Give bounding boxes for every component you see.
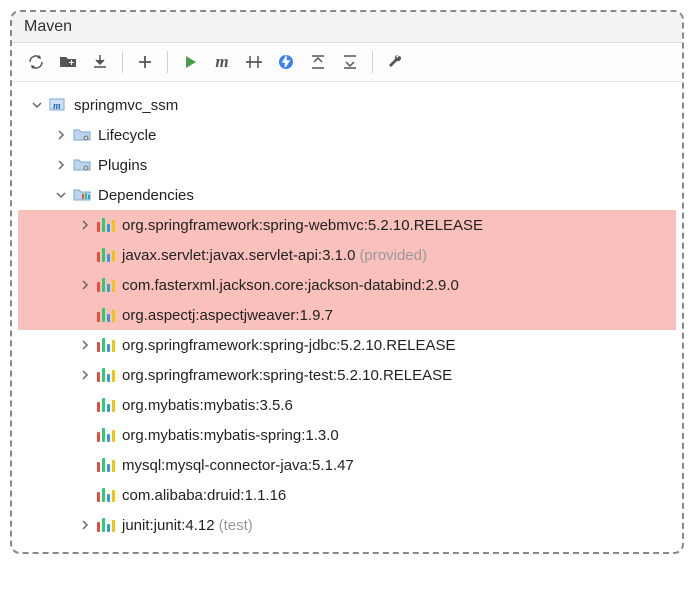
maven-project-icon: m	[48, 95, 68, 115]
offline-button[interactable]	[272, 49, 300, 75]
plus-icon	[138, 55, 152, 69]
dependencies-node[interactable]: Dependencies	[18, 180, 676, 210]
dependency-node[interactable]: mysql:mysql-connector-java:5.1.47	[18, 450, 676, 480]
folder-plus-icon	[59, 54, 77, 70]
skip-tests-button[interactable]	[240, 49, 268, 75]
chevron-right-icon[interactable]	[76, 276, 94, 294]
download-icon	[92, 54, 108, 70]
dependency-label: org.mybatis:mybatis:3.5.6	[122, 397, 293, 414]
toolbar: m	[12, 43, 682, 82]
wrench-icon	[387, 54, 403, 70]
run-button[interactable]	[176, 49, 204, 75]
dependency-scope: (provided)	[359, 247, 427, 264]
dependency-node[interactable]: org.mybatis:mybatis-spring:1.3.0	[18, 420, 676, 450]
collapse-icon	[310, 54, 326, 70]
refresh-icon	[28, 54, 44, 70]
toolbar-separator	[122, 51, 123, 73]
offline-icon	[278, 54, 294, 70]
dependency-label: com.fasterxml.jackson.core:jackson-datab…	[122, 277, 459, 294]
dependency-label: org.aspectj:aspectjweaver:1.9.7	[122, 307, 333, 324]
dependency-node[interactable]: org.springframework:spring-webmvc:5.2.10…	[18, 210, 676, 240]
lifecycle-node[interactable]: Lifecycle	[18, 120, 676, 150]
library-icon	[96, 305, 116, 325]
dependency-label: javax.servlet:javax.servlet-api:3.1.0	[122, 247, 355, 264]
toolbar-separator	[372, 51, 373, 73]
library-icon	[96, 275, 116, 295]
dependency-scope: (test)	[219, 517, 253, 534]
lifecycle-label: Lifecycle	[98, 127, 156, 144]
add-button[interactable]	[131, 49, 159, 75]
project-node[interactable]: m springmvc_ssm	[18, 90, 676, 120]
folder-lib-icon	[72, 185, 92, 205]
dependency-node[interactable]: javax.servlet:javax.servlet-api:3.1.0(pr…	[18, 240, 676, 270]
dependency-node[interactable]: com.alibaba:druid:1.1.16	[18, 480, 676, 510]
expand-icon	[342, 54, 358, 70]
chevron-down-icon[interactable]	[28, 96, 46, 114]
chevron-right-icon[interactable]	[52, 126, 70, 144]
dependency-label: org.mybatis:mybatis-spring:1.3.0	[122, 427, 339, 444]
generate-button[interactable]	[54, 49, 82, 75]
panel-title-text: Maven	[24, 18, 72, 35]
plugins-label: Plugins	[98, 157, 147, 174]
library-icon	[96, 455, 116, 475]
chevron-right-icon[interactable]	[76, 336, 94, 354]
expand-button[interactable]	[336, 49, 364, 75]
maven-panel: Maven m	[10, 10, 684, 554]
dependency-label: mysql:mysql-connector-java:5.1.47	[122, 457, 354, 474]
dependency-node[interactable]: org.springframework:spring-test:5.2.10.R…	[18, 360, 676, 390]
dependency-label: com.alibaba:druid:1.1.16	[122, 487, 286, 504]
panel-title: Maven	[12, 12, 682, 43]
chevron-right-icon[interactable]	[52, 156, 70, 174]
folder-gear-icon	[72, 125, 92, 145]
dependency-node[interactable]: com.fasterxml.jackson.core:jackson-datab…	[18, 270, 676, 300]
dependencies-label: Dependencies	[98, 187, 194, 204]
project-label: springmvc_ssm	[74, 97, 178, 114]
dependency-label: org.springframework:spring-jdbc:5.2.10.R…	[122, 337, 456, 354]
dependency-label: org.springframework:spring-webmvc:5.2.10…	[122, 217, 483, 234]
download-button[interactable]	[86, 49, 114, 75]
dependency-node[interactable]: org.mybatis:mybatis:3.5.6	[18, 390, 676, 420]
svg-text:m: m	[53, 101, 61, 112]
folder-gear-icon	[72, 155, 92, 175]
dependency-node[interactable]: org.springframework:spring-jdbc:5.2.10.R…	[18, 330, 676, 360]
maven-m-icon: m	[215, 52, 228, 72]
dependency-label: org.springframework:spring-test:5.2.10.R…	[122, 367, 452, 384]
chevron-right-icon[interactable]	[76, 216, 94, 234]
library-icon	[96, 395, 116, 415]
chevron-down-icon[interactable]	[52, 186, 70, 204]
chevron-right-icon[interactable]	[76, 516, 94, 534]
maven-tree: m springmvc_ssm Lifecycle Plugins	[12, 82, 682, 552]
dependency-node[interactable]: junit:junit:4.12(test)	[18, 510, 676, 540]
library-icon	[96, 335, 116, 355]
play-icon	[183, 55, 197, 69]
skip-icon	[245, 54, 263, 70]
plugins-node[interactable]: Plugins	[18, 150, 676, 180]
dependency-node[interactable]: org.aspectj:aspectjweaver:1.9.7	[18, 300, 676, 330]
chevron-right-icon[interactable]	[76, 366, 94, 384]
library-icon	[96, 485, 116, 505]
library-icon	[96, 245, 116, 265]
library-icon	[96, 425, 116, 445]
toolbar-separator	[167, 51, 168, 73]
library-icon	[96, 365, 116, 385]
maven-button[interactable]: m	[208, 49, 236, 75]
reload-button[interactable]	[22, 49, 50, 75]
dependency-label: junit:junit:4.12	[122, 517, 215, 534]
library-icon	[96, 215, 116, 235]
library-icon	[96, 515, 116, 535]
settings-button[interactable]	[381, 49, 409, 75]
collapse-button[interactable]	[304, 49, 332, 75]
